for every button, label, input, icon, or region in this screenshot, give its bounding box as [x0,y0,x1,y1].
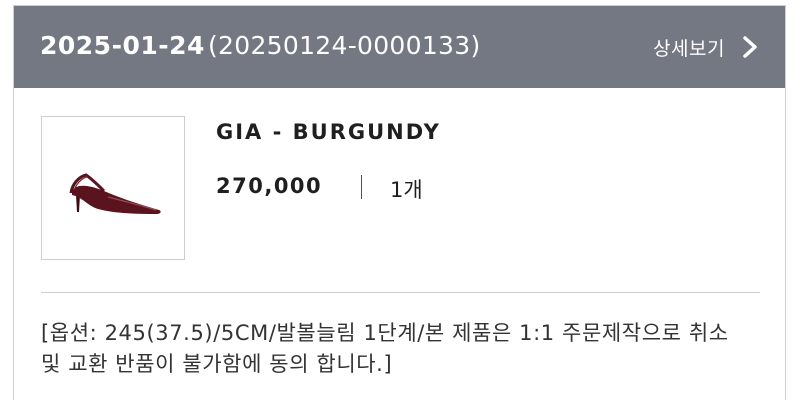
view-details-label: 상세보기 [653,37,725,60]
order-date: 2025-01-24 [40,31,205,60]
product-thumbnail[interactable] [41,116,185,260]
product-options: [옵션: 245(37.5)/5CM/발볼늘림 1단계/본 제품은 1:1 주문… [41,321,729,376]
order-number: (20250124-0000133) [208,31,481,60]
section-divider [41,292,760,293]
product-price: 270,000 [216,174,323,198]
product-quantity: 1개 [390,178,423,202]
order-header: 2025-01-24 (20250124-0000133) 상세보기 [14,6,785,88]
order-card: 2025-01-24 (20250124-0000133) 상세보기 GIA -… [13,5,786,400]
chevron-right-icon [743,36,757,58]
shoe-image [69,173,161,214]
view-details-link[interactable]: 상세보기 [653,31,761,63]
product-name[interactable]: GIA - BURGUNDY [216,120,441,144]
price-quantity-divider [361,175,362,199]
